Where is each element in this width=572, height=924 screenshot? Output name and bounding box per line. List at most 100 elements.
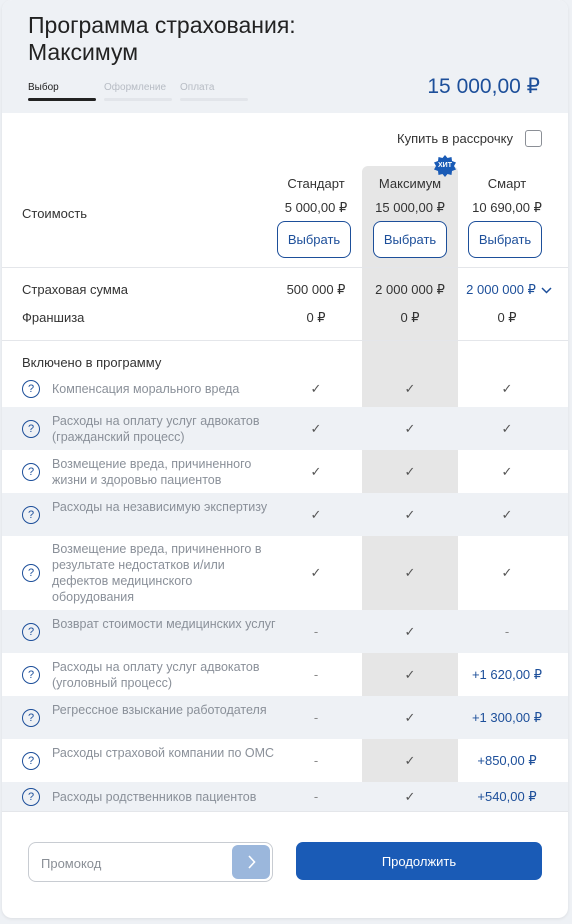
plan-price-standard: 5 000,00 ₽ (284, 200, 348, 215)
feature-value: - (313, 752, 319, 768)
divider (2, 340, 568, 341)
help-icon[interactable]: ? (22, 505, 40, 524)
promo-field[interactable] (28, 842, 273, 882)
feature-label: Компенсация морального вреда (52, 382, 240, 396)
total-price: 15 000,00 ₽ (427, 75, 540, 98)
feature-value: +540,00 ₽ (477, 788, 537, 804)
select-smart-button[interactable]: Выбрать (468, 221, 542, 258)
title-line-2: Максимум (28, 39, 139, 65)
feature-row: ? Расходы на оплату услуг адвокатов (угол… (2, 653, 568, 696)
stepper: Выбор Оформление Оплата (28, 82, 248, 101)
step-label: Оплата (180, 82, 215, 93)
check-icon: ✓ (404, 666, 416, 682)
promo-input[interactable] (41, 852, 226, 874)
check-icon: ✓ (404, 506, 416, 522)
check-icon: ✓ (310, 381, 322, 396)
section-title: Включено в программу (22, 355, 162, 370)
plan-price-smart: 10 690,00 ₽ (472, 200, 542, 215)
check-icon: ✓ (404, 752, 416, 768)
feature-label: Возмещение вреда, причиненного в результ… (52, 542, 262, 604)
help-icon[interactable]: ? (22, 708, 40, 727)
check-icon: ✓ (501, 463, 513, 479)
franchise-label: Франшиза (22, 310, 85, 325)
step-payment[interactable]: Оплата (180, 82, 248, 101)
feature-row: ? Расходы страховой компании по ОМС - ✓ +850… (2, 739, 568, 782)
help-icon[interactable]: ? (22, 665, 40, 684)
help-icon[interactable]: ? (22, 564, 40, 582)
feature-row: ? Возврат стоимости медицинских услуг - ✓ - (2, 610, 568, 653)
step-bar (104, 98, 172, 101)
feature-label: Расходы родственников пациентов (52, 789, 257, 804)
check-icon: ✓ (501, 565, 513, 580)
cost-label: Стоимость (22, 206, 88, 221)
help-icon[interactable]: ? (22, 751, 40, 770)
page-title: Программа страхования: Максимум (28, 12, 348, 66)
divider (2, 267, 568, 268)
check-icon: ✓ (310, 463, 322, 479)
step-registration[interactable]: Оформление (104, 82, 172, 101)
installment-checkbox[interactable] (525, 130, 542, 147)
check-icon: ✓ (310, 420, 322, 436)
plan-price-maximum: 15 000,00 ₽ (375, 200, 445, 215)
feature-label: Возмещение вреда, причиненного жизни и з… (52, 456, 252, 487)
help-icon[interactable]: ? (22, 419, 40, 438)
feature-label: Регрессное взыскание работодателя (52, 702, 267, 717)
chevron-down-icon (541, 286, 552, 294)
feature-value: - (313, 666, 319, 682)
feature-row: ? Возмещение вреда, причиненного в резуль… (2, 536, 568, 610)
plan-name-smart: Смарт (487, 176, 527, 191)
feature-row: ? Компенсация морального вреда ✓ ✓ ✓ (2, 371, 568, 407)
check-icon: ✓ (310, 506, 322, 522)
insurance-card: Программа страхования: Максимум Выбор Оф… (2, 0, 568, 918)
check-icon: ✓ (404, 788, 416, 804)
step-label: Выбор (28, 82, 59, 93)
feature-value: +1 300,00 ₽ (471, 709, 543, 725)
check-icon: ✓ (404, 623, 416, 639)
feature-value: - (313, 788, 319, 804)
title-line-1: Программа страхования: (28, 12, 296, 38)
check-icon: ✓ (501, 420, 513, 436)
feature-value: +850,00 ₽ (477, 752, 537, 768)
feature-label: Расходы на независимую экспертизу (52, 499, 268, 514)
franchise-standard: 0 ₽ (306, 310, 326, 325)
step-choice[interactable]: Выбор (28, 82, 96, 101)
feature-label: Расходы страховой компании по ОМС (52, 745, 275, 760)
feature-value: +1 620,00 ₽ (471, 666, 543, 682)
check-icon: ✓ (404, 709, 416, 725)
installment-label: Купить в рассрочку (397, 131, 513, 146)
franchise-maximum: 0 ₽ (400, 310, 420, 325)
promo-apply-button[interactable] (232, 845, 270, 879)
installment-option[interactable]: Купить в рассрочку (397, 130, 542, 147)
chevron-right-icon (247, 855, 256, 869)
feature-row: ? Расходы на независимую экспертизу ✓ ✓ ✓ (2, 493, 568, 536)
sum-maximum: 2 000 000 ₽ (375, 282, 445, 297)
check-icon: ✓ (501, 506, 513, 522)
feature-value: - (504, 623, 510, 639)
hit-badge: ХИТ (434, 155, 456, 177)
select-standard-button[interactable]: Выбрать (277, 221, 351, 258)
check-icon: ✓ (404, 565, 416, 580)
badge-text: ХИТ (438, 162, 452, 169)
check-icon: ✓ (501, 381, 513, 396)
feature-value: - (313, 623, 319, 639)
sum-label: Страховая сумма (22, 282, 128, 297)
help-icon[interactable]: ? (22, 787, 40, 806)
feature-label: Расходы на оплату услуг адвокатов (гражд… (52, 413, 260, 444)
sum-smart-dropdown[interactable]: 2 000 000 ₽ (459, 282, 559, 298)
plan-name-maximum: Максимум (378, 176, 442, 191)
feature-row: ? Регрессное взыскание работодателя - ✓ +1 3… (2, 696, 568, 739)
step-label: Оформление (104, 82, 167, 93)
feature-value: - (313, 709, 319, 725)
select-maximum-button[interactable]: Выбрать (373, 221, 447, 258)
check-icon: ✓ (310, 565, 322, 580)
help-icon[interactable]: ? (22, 380, 40, 398)
check-icon: ✓ (404, 381, 416, 396)
help-icon[interactable]: ? (22, 462, 40, 481)
plan-name-standard: Стандарт (287, 176, 345, 191)
footer-divider (2, 811, 568, 812)
feature-label: Возврат стоимости медицинских услуг (52, 616, 276, 631)
feature-label: Расходы на оплату услуг адвокатов (уголо… (52, 659, 260, 690)
continue-button[interactable]: Продолжить (296, 842, 542, 880)
help-icon[interactable]: ? (22, 622, 40, 641)
sum-smart-value: 2 000 000 ₽ (466, 282, 536, 297)
